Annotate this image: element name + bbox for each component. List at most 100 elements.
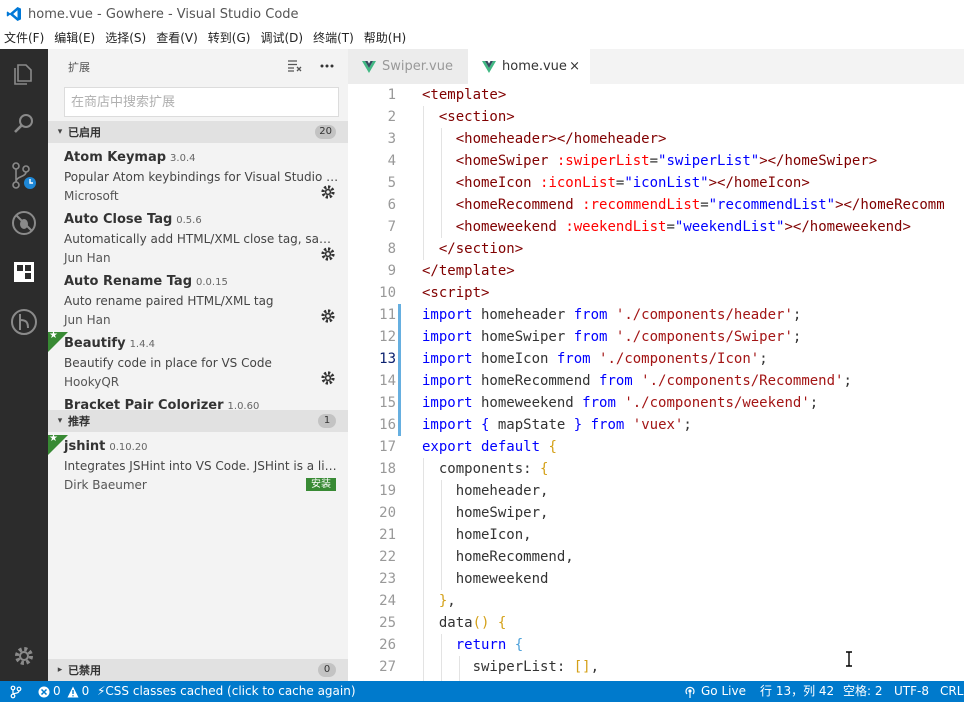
files-icon[interactable] (0, 49, 48, 97)
go-live-button[interactable]: Go Live (683, 681, 746, 702)
close-icon[interactable]: × (569, 59, 580, 74)
code-editor[interactable]: 1 <template> 2 <section> 3 <homeheader></… (348, 84, 964, 681)
broadcast-icon (685, 686, 695, 698)
code-line: 15 import homeweekend from './components/… (348, 392, 964, 414)
code-line: 20 homeSwiper, (348, 502, 964, 524)
code-line: 4 <homeSwiper :swiperList="swiperList"><… (348, 150, 964, 172)
menu-terminal[interactable]: 终端(T) (309, 28, 360, 49)
menu-file[interactable]: 文件(F) (0, 28, 50, 49)
tab-home-vue[interactable]: home.vue × (468, 49, 590, 84)
enabled-section-header[interactable]: ▾ 已启用 20 (48, 121, 348, 143)
code-line: 19 homeheader, (348, 480, 964, 502)
extension-search-box (64, 87, 339, 117)
install-button[interactable]: 安装 (306, 478, 336, 491)
code-line: 5 <homeIcon :iconList="iconList"></homeI… (348, 172, 964, 194)
menu-view[interactable]: 查看(V) (152, 28, 204, 49)
line-number: 19 (379, 483, 396, 499)
status-bar: 0 0 ⚡CSS classes cached (click to cache … (0, 681, 964, 702)
debug-icon[interactable] (0, 199, 48, 247)
extension-version: 3.0.4 (170, 153, 196, 164)
manage-gear-icon[interactable] (320, 184, 336, 200)
code-line: 23 homeweekend (348, 568, 964, 590)
search-icon[interactable] (0, 100, 48, 148)
indentation-status[interactable]: 空格: 2 (843, 681, 883, 702)
code-line: 11 import homeheader from './components/h… (348, 304, 964, 326)
clear-list-icon[interactable] (286, 57, 304, 75)
editor-tab-bar: Swiper.vue home.vue × (348, 49, 964, 84)
menu-go[interactable]: 转到(G) (204, 28, 257, 49)
recommended-section-header[interactable]: ▾ 推荐 1 (48, 410, 348, 432)
extension-version: 1.4.4 (129, 339, 156, 350)
error-count: 0 (53, 684, 61, 698)
recommended-section-label: 推荐 (68, 415, 90, 428)
menu-help[interactable]: 帮助(H) (360, 28, 412, 49)
extension-description: Automatically add HTML/XML close tag, sa… (64, 232, 340, 246)
line-number: 27 (379, 659, 396, 675)
manage-gear-icon[interactable] (320, 370, 336, 386)
line-number: 15 (379, 395, 396, 411)
settings-gear-icon[interactable] (0, 632, 48, 680)
extension-search-input[interactable] (65, 88, 338, 116)
extension-description: Auto rename paired HTML/XML tag (64, 294, 274, 308)
code-line: 8 </section> (348, 238, 964, 260)
code-line: 1 <template> (348, 84, 964, 106)
manage-gear-icon[interactable] (320, 308, 336, 324)
tab-label: home.vue (502, 59, 567, 74)
git-lens-icon[interactable] (0, 298, 48, 346)
encoding-status[interactable]: UTF-8 (894, 681, 929, 702)
line-number: 24 (379, 593, 396, 609)
sidebar-header: 扩展 (48, 49, 348, 84)
menu-debug[interactable]: 调试(D) (256, 28, 309, 49)
code-line: 24 }, (348, 590, 964, 612)
code-line: 26 return { (348, 634, 964, 656)
manage-gear-icon[interactable] (320, 246, 336, 262)
cursor-position[interactable]: 行 13，列 42 (760, 681, 834, 702)
code-line: 7 <homeweekend :weekendList="weekendList… (348, 216, 964, 238)
extension-publisher: Jun Han (64, 251, 111, 265)
text-cursor-icon (846, 651, 852, 667)
eol-status[interactable]: CRLF (940, 681, 964, 702)
extension-name: Atom Keymap (64, 150, 167, 165)
sidebar-title: 扩展 (68, 60, 90, 74)
tab-swiper-vue[interactable]: Swiper.vue (348, 49, 468, 84)
extension-item[interactable]: Atom Keymap 3.0.4 Popular Atom keybinding… (48, 146, 348, 208)
chevron-down-icon: ▾ (57, 127, 63, 137)
extensions-icon[interactable] (0, 248, 48, 296)
menu-edit[interactable]: 编辑(E) (50, 28, 101, 49)
code-line: 21 homeIcon, (348, 524, 964, 546)
line-number: 3 (387, 131, 396, 147)
problems-status[interactable]: 0 0 (38, 681, 89, 702)
chevron-right-icon: ▸ (57, 665, 63, 675)
line-number: 21 (379, 527, 396, 543)
line-number: 25 (379, 615, 396, 631)
git-branch-icon[interactable] (10, 681, 22, 702)
code-line: 2 <section> (348, 106, 964, 128)
warning-count: 0 (81, 684, 90, 698)
extension-item[interactable]: Auto Close Tag 0.5.6 Automatically add HT… (48, 208, 348, 270)
enabled-count-badge: 20 (315, 125, 336, 139)
extension-version: 1.0.60 (227, 401, 260, 410)
code-line: 25 data() { (348, 612, 964, 634)
more-actions-icon[interactable] (318, 57, 336, 75)
extension-item[interactable]: Auto Rename Tag 0.0.15 Auto rename paired… (48, 270, 348, 332)
vue-file-icon (362, 60, 376, 73)
css-cache-status[interactable]: ⚡CSS classes cached (click to cache agai… (97, 681, 356, 702)
line-number: 11 (379, 307, 396, 323)
disabled-section-header[interactable]: ▸ 已禁用 0 (48, 659, 348, 681)
menu-selection[interactable]: 选择(S) (101, 28, 152, 49)
extension-publisher: Microsoft (64, 189, 119, 203)
extension-item[interactable]: Bracket Pair Colorizer 1.0.60 (48, 394, 348, 410)
extension-description: Popular Atom keybindings for Visual Stud… (64, 170, 340, 184)
source-control-icon[interactable] (0, 152, 48, 200)
extension-item[interactable]: ★ Beautify 1.4.4 Beautify code in place f… (48, 330, 348, 394)
extension-item[interactable]: ★ jshint 0.10.20 Integrates JSHint into V… (48, 433, 348, 497)
error-icon (38, 686, 50, 697)
extension-description: Integrates JSHint into VS Code. JSHint i… (64, 459, 340, 473)
line-number: 7 (387, 219, 396, 235)
line-number: 10 (379, 285, 396, 301)
line-number: 18 (379, 461, 396, 477)
vue-file-icon (482, 60, 496, 73)
line-number: 4 (387, 153, 396, 169)
enabled-section-label: 已启用 (68, 126, 101, 139)
line-number: 17 (379, 439, 396, 455)
